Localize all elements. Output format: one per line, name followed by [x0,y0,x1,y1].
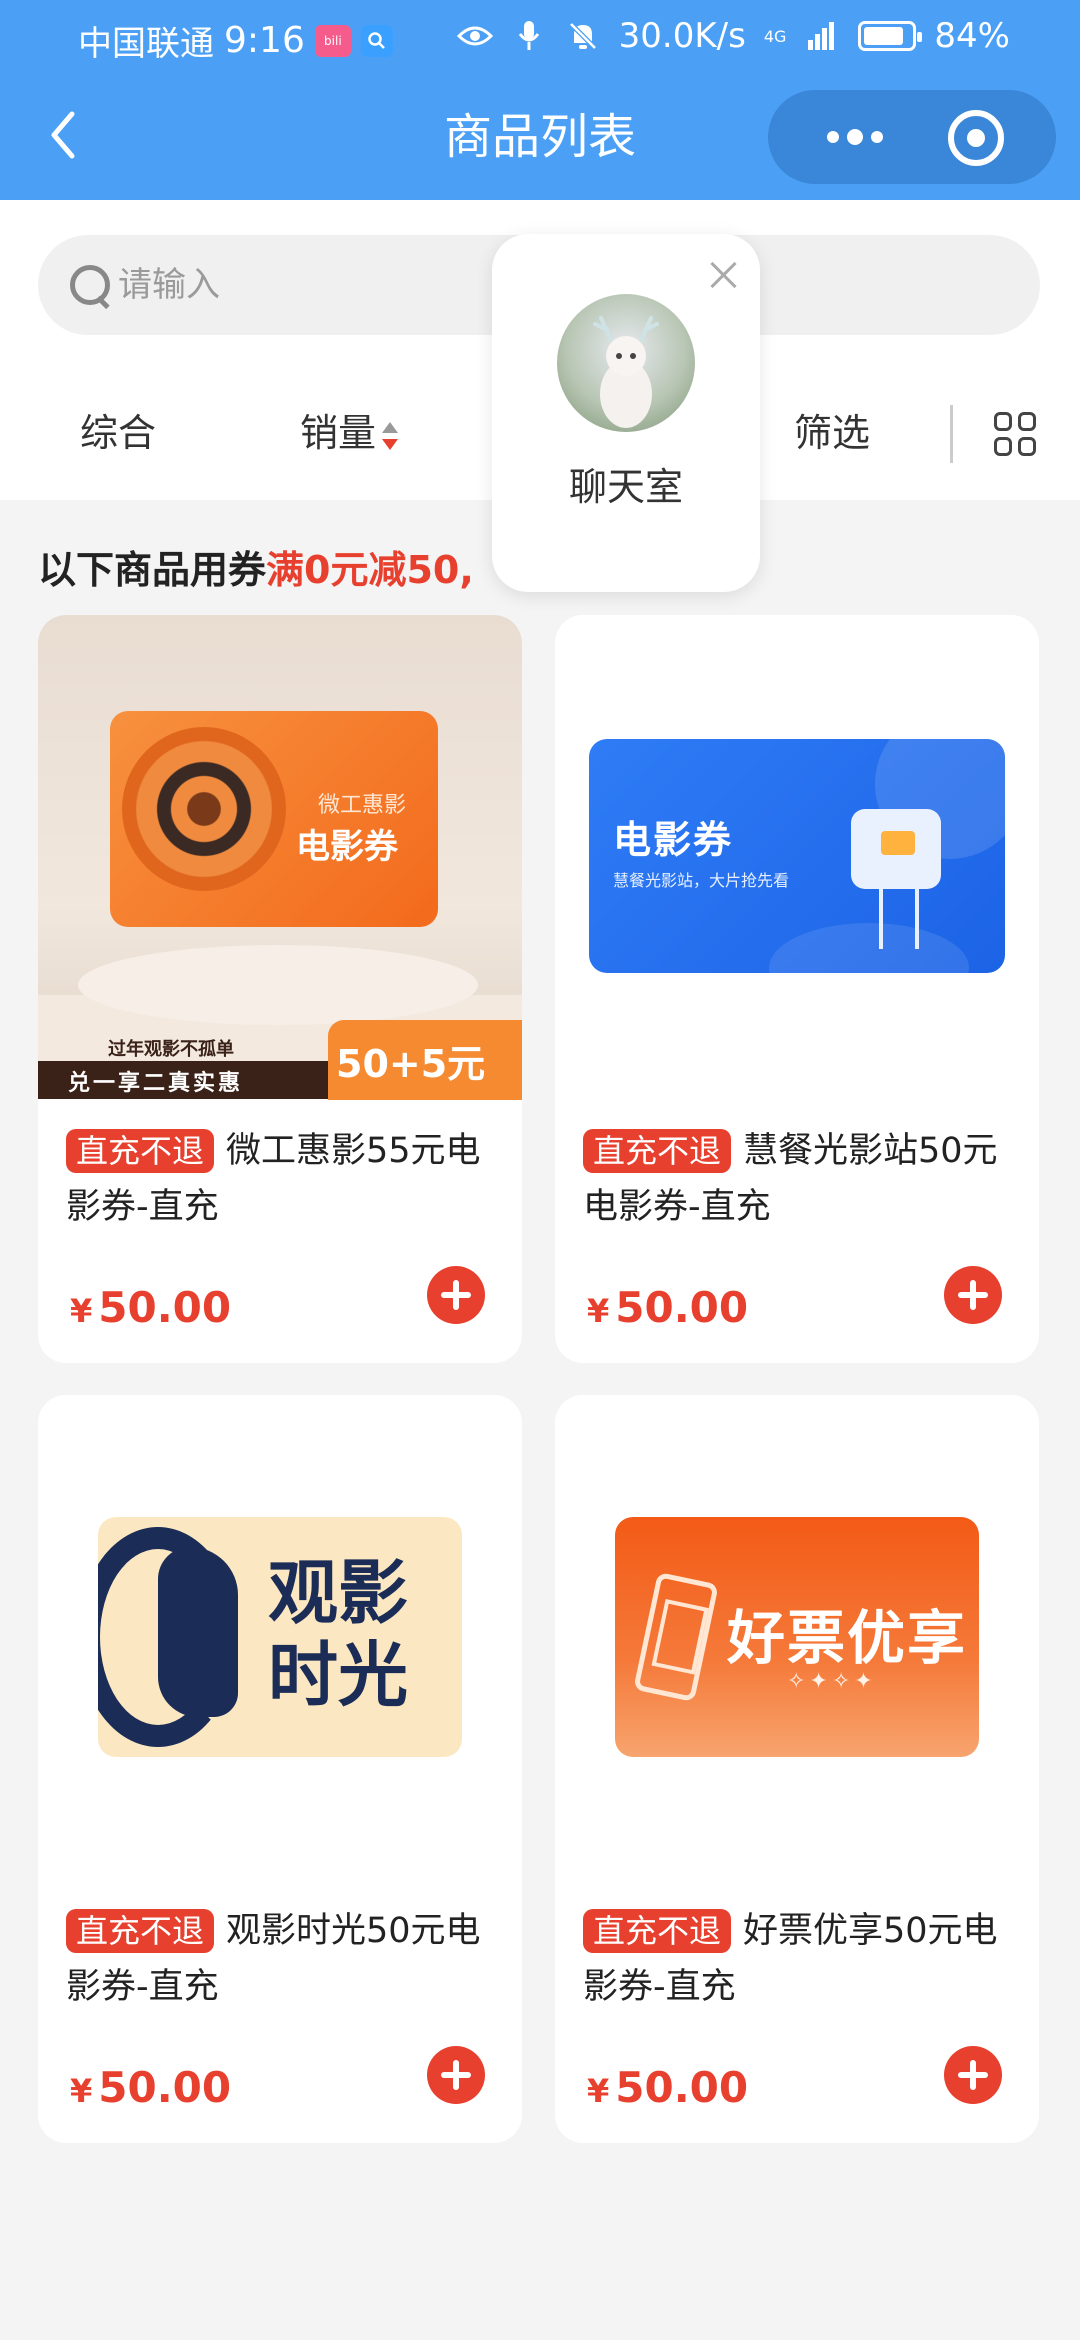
net-speed: 30.0K/s [618,16,746,56]
product-image: 电影券 慧餐光影站，大片抢先看 [555,615,1039,1099]
image-promo-text: 50+5元 [336,1042,486,1086]
product-title: 直充不退 微工惠影55元电影券-直充 [66,1123,506,1235]
camera-tripod [879,889,919,949]
image-banner-text: 兑一享二真实惠 [68,1071,244,1096]
image-title: 好票优享 [727,1604,968,1672]
image-text-big: 电影券 [296,827,398,867]
product-price: ¥50.00 [70,2063,231,2112]
film-reel-icon [122,727,286,891]
chat-room-popup[interactable]: 聊天室 [492,234,760,592]
price-symbol: ¥ [70,1292,93,1330]
add-to-cart-button[interactable] [944,1266,1002,1324]
status-bar: 中国联通 9:16 bili 30.0K/s 4G 84% [0,0,1080,75]
header-bar: 中国联通 9:16 bili 30.0K/s 4G 84% 商品列表 [0,0,1080,200]
product-card[interactable]: 微工惠影 电影券 过年观影不孤单 兑一享二真实惠 50+5元 直充不退 微工惠影5… [38,615,522,1363]
signal-bars-icon [804,20,840,52]
price-symbol: ¥ [70,2072,93,2110]
product-card[interactable]: 电影券 慧餐光影站，大片抢先看 直充不退 慧餐光影站50元电影券-直充 ¥50.0… [555,615,1039,1363]
product-image: 微工惠影 电影券 过年观影不孤单 兑一享二真实惠 50+5元 [38,615,522,1100]
search-app-notification-icon [360,24,393,57]
image-text-line2: 时光 [268,1634,408,1716]
movie-camera-icon [851,809,941,889]
image-cream-card: 观影 时光 [98,1517,462,1757]
price-symbol: ¥ [587,2072,610,2110]
camera-lens [881,831,915,855]
image-subtitle: 慧餐光影站，大片抢先看 [613,871,790,890]
more-dots-icon[interactable] [810,90,900,184]
microphone-icon [511,20,547,52]
tab-filter[interactable]: 筛选 [794,408,870,458]
add-to-cart-button[interactable] [427,1266,485,1324]
avatar [557,294,695,432]
sort-arrows-icon [382,421,399,450]
coupon-prefix: 以下商品用券 [38,548,267,592]
image-text-small: 微工惠影 [318,793,407,818]
search-icon [68,263,112,307]
add-to-cart-button[interactable] [427,2046,485,2104]
tab-comprehensive[interactable]: 综合 [80,408,156,458]
image-orange-card: 好票优享 ✧✦✧✦ [615,1517,979,1757]
price-symbol: ¥ [587,1292,610,1330]
status-right: 30.0K/s 4G 84% [456,16,1010,56]
product-title: 直充不退 观影时光50元电影券-直充 [66,1903,506,2015]
price-amount: 50.00 [615,1283,749,1332]
miniprogram-capsule [768,90,1056,184]
no-refund-tag: 直充不退 [583,1129,732,1173]
product-card[interactable]: 观影 时光 直充不退 观影时光50元电影券-直充 ¥50.00 [38,1395,522,2143]
product-price: ¥50.00 [70,1283,231,1332]
coupon-notice: 以下商品用券满0元减50, [38,540,474,600]
ticket-icon [633,1571,719,1703]
carrier-label: 中国联通 [78,24,214,64]
no-refund-tag: 直充不退 [66,1129,215,1173]
deer-avatar-icon [593,316,659,428]
close-icon[interactable] [708,260,738,290]
tab-sales[interactable]: 销量 [300,408,399,458]
product-image: 观影 时光 [38,1395,522,1879]
status-time: 9:16 [224,20,305,61]
product-card[interactable]: 好票优享 ✧✦✧✦ 直充不退 好票优享50元电影券-直充 ¥50.00 [555,1395,1039,2143]
price-amount: 50.00 [615,2063,749,2112]
image-title: 电影券 [613,818,734,862]
image-banner-top: 过年观影不孤单 [108,1039,234,1060]
mute-bell-icon [565,20,601,52]
tab-sales-label: 销量 [300,411,377,455]
no-refund-tag: 直充不退 [66,1909,215,1953]
battery-percent: 84% [934,16,1010,56]
status-left: 中国联通 9:16 bili [78,16,393,65]
product-price: ¥50.00 [587,2063,748,2112]
target-circle-icon[interactable] [948,110,1004,166]
battery-icon [858,21,923,51]
image-text-line1: 观影 [268,1552,408,1634]
image-stand-top [78,945,478,1025]
add-to-cart-button[interactable] [944,2046,1002,2104]
eye-icon [456,20,493,52]
chat-room-label: 聊天室 [568,465,683,509]
grid-view-icon[interactable] [994,412,1038,458]
sparkle-icon: ✧✦✧✦ [787,1669,877,1694]
coupon-highlight: 满0元减50, [266,548,474,592]
product-title: 直充不退 慧餐光影站50元电影券-直充 [583,1123,1023,1235]
signal-label: 4G [763,26,787,46]
bilibili-notification-icon: bili [314,24,351,57]
silhouette-icon [158,1547,238,1717]
product-image: 好票优享 ✧✦✧✦ [555,1395,1039,1879]
tab-divider [950,405,953,463]
no-refund-tag: 直充不退 [583,1909,732,1953]
price-amount: 50.00 [98,1283,232,1332]
product-title: 直充不退 好票优享50元电影券-直充 [583,1903,1023,2015]
image-decor-ellipse [769,923,969,973]
product-price: ¥50.00 [587,1283,748,1332]
battery-fill [864,27,904,45]
image-blue-card: 电影券 慧餐光影站，大片抢先看 [589,739,1005,973]
price-amount: 50.00 [98,2063,232,2112]
